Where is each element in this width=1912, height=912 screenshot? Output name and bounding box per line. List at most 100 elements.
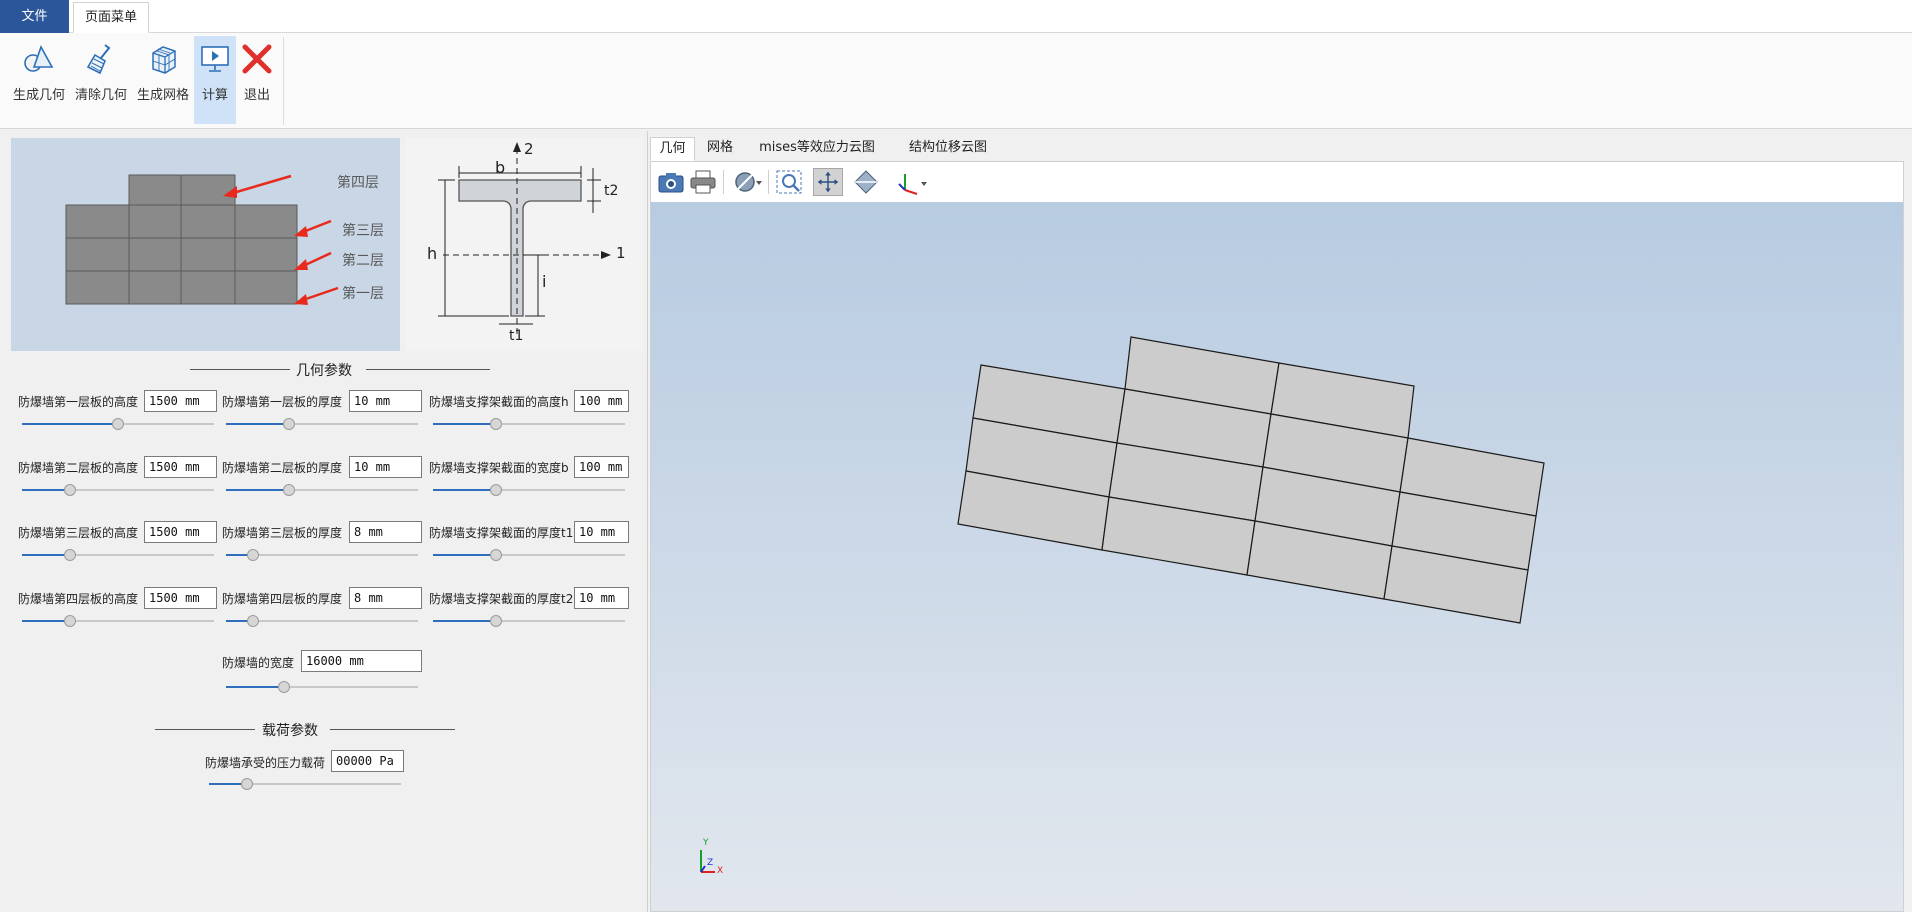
param-label: 防爆墙支撑架截面的高度h xyxy=(429,395,569,409)
camera-icon[interactable] xyxy=(656,168,686,196)
generate-geometry-button[interactable]: 生成几何 xyxy=(10,36,68,124)
param-slider[interactable] xyxy=(226,615,418,627)
param-label: 防爆墙支撑架截面的厚度t2 xyxy=(429,592,574,606)
3d-viewport: Y X Z xyxy=(650,161,1904,912)
tab-geometry[interactable]: 几何 xyxy=(650,137,695,161)
slider-thumb[interactable] xyxy=(277,681,290,693)
monitor-play-icon xyxy=(201,46,229,72)
param-input[interactable]: 100 mm xyxy=(574,456,629,478)
tbeam-i-label: i xyxy=(542,272,547,291)
slider-fill xyxy=(22,489,70,491)
layer-1-label: 第一层 xyxy=(342,286,384,302)
slider-thumb[interactable] xyxy=(490,418,503,430)
pan-icon[interactable] xyxy=(813,168,843,196)
compute-button[interactable]: 计算 xyxy=(194,36,236,124)
slider-thumb[interactable] xyxy=(246,549,259,561)
param-slider[interactable] xyxy=(22,549,214,561)
slider-thumb[interactable] xyxy=(64,549,76,561)
layer-3-label: 第三层 xyxy=(342,223,384,239)
geometry-params-title: 几何参数 xyxy=(296,363,352,379)
param-input[interactable]: 8 mm xyxy=(349,587,422,609)
param-input[interactable]: 10 mm xyxy=(349,390,422,412)
slider-thumb[interactable] xyxy=(246,615,259,627)
slider-thumb[interactable] xyxy=(283,484,296,496)
param-input[interactable]: 1500 mm xyxy=(144,390,217,412)
param-label: 防爆墙第四层板的厚度 xyxy=(222,592,343,606)
param-input[interactable]: 10 mm xyxy=(574,587,629,609)
param-slider[interactable] xyxy=(22,418,214,430)
param-slider[interactable] xyxy=(226,549,418,561)
pressure-load-slider[interactable] xyxy=(209,778,401,790)
slider-thumb[interactable] xyxy=(490,549,503,561)
param-input[interactable]: 8 mm xyxy=(349,521,422,543)
slider-thumb[interactable] xyxy=(490,615,503,627)
slider-thumb[interactable] xyxy=(64,615,76,627)
param-label: 防爆墙支撑架截面的厚度t1 xyxy=(429,526,574,540)
slider-thumb[interactable] xyxy=(283,418,296,430)
pressure-load-input[interactable]: 00000 Pa xyxy=(331,750,404,772)
tbeam-section-diagram xyxy=(438,142,611,334)
param-label: 防爆墙第三层板的高度 xyxy=(18,526,139,540)
wall-model-outline xyxy=(957,336,1545,624)
tab-mesh[interactable]: 网格 xyxy=(695,137,745,161)
param-slider[interactable] xyxy=(226,418,418,430)
param-slider[interactable] xyxy=(226,484,418,496)
param-slider[interactable] xyxy=(433,484,625,496)
wall-width-slider[interactable] xyxy=(226,681,418,693)
param-input[interactable]: 100 mm xyxy=(574,390,629,412)
param-input[interactable]: 1500 mm xyxy=(144,456,217,478)
viewer-panel: 几何 网格 mises等效应力云图 结构位移云图 Y X Z xyxy=(650,131,1912,912)
slider-thumb[interactable] xyxy=(64,484,76,496)
param-slider[interactable] xyxy=(433,615,625,627)
slider-fill xyxy=(226,489,290,491)
tbeam-t1-label: t1 xyxy=(509,328,524,344)
tab-file[interactable]: 文件 xyxy=(0,0,69,33)
clip-icon[interactable] xyxy=(733,168,763,196)
param-label: 防爆墙第二层板的厚度 xyxy=(222,461,343,475)
3d-scene[interactable]: Y X Z xyxy=(651,202,1903,911)
tbeam-axis1-label: 1 xyxy=(616,244,626,262)
zoom-box-icon[interactable] xyxy=(775,168,805,196)
tab-mises-stress[interactable]: mises等效应力云图 xyxy=(747,137,887,161)
print-icon[interactable] xyxy=(688,168,718,196)
param-input[interactable]: 10 mm xyxy=(349,456,422,478)
slider-fill xyxy=(433,554,497,556)
slider-thumb[interactable] xyxy=(112,418,124,430)
geometry-title-line-right xyxy=(366,369,490,370)
wall-layers-image: 第四层 第三层 第二层 第一层 xyxy=(11,138,400,351)
axis-x-label: X xyxy=(717,866,724,876)
fit-view-icon[interactable] xyxy=(851,168,881,196)
slider-fill xyxy=(22,620,70,622)
param-label: 防爆墙第一层板的高度 xyxy=(18,395,139,409)
generate-mesh-label: 生成网格 xyxy=(136,88,189,103)
axis-z-label: Z xyxy=(707,858,714,868)
slider-fill xyxy=(433,423,497,425)
slider-thumb[interactable] xyxy=(241,778,254,790)
param-input[interactable]: 1500 mm xyxy=(144,521,217,543)
ribbon-group-separator xyxy=(283,37,284,125)
param-slider[interactable] xyxy=(433,418,625,430)
compute-label: 计算 xyxy=(201,88,228,103)
param-slider[interactable] xyxy=(433,549,625,561)
param-input[interactable]: 10 mm xyxy=(574,521,629,543)
axes-icon[interactable] xyxy=(895,168,929,196)
tab-displacement[interactable]: 结构位移云图 xyxy=(888,137,1008,161)
param-slider[interactable] xyxy=(22,484,214,496)
wall-width-input[interactable]: 16000 mm xyxy=(301,650,422,672)
tab-page-menu[interactable]: 页面菜单 xyxy=(73,2,149,33)
broom-icon xyxy=(86,44,111,75)
clear-geometry-button[interactable]: 清除几何 xyxy=(72,36,130,124)
red-x-icon xyxy=(242,44,272,74)
slider-thumb[interactable] xyxy=(490,484,503,496)
ribbon-tab-bar: 文件 页面菜单 xyxy=(0,0,1912,33)
param-label: 防爆墙第四层板的高度 xyxy=(18,592,139,606)
generate-geometry-label: 生成几何 xyxy=(12,88,65,103)
toolbar-separator xyxy=(768,170,769,194)
generate-mesh-button[interactable]: 生成网格 xyxy=(134,36,192,124)
param-input[interactable]: 1500 mm xyxy=(144,587,217,609)
parameter-panel: 第四层 第三层 第二层 第一层 2 1 b t2 h i t1 几何参数 防爆墙… xyxy=(0,131,648,912)
wall-width-label: 防爆墙的宽度 xyxy=(222,656,295,670)
exit-button[interactable]: 退出 xyxy=(238,36,276,124)
slider-fill xyxy=(226,686,284,688)
param-slider[interactable] xyxy=(22,615,214,627)
